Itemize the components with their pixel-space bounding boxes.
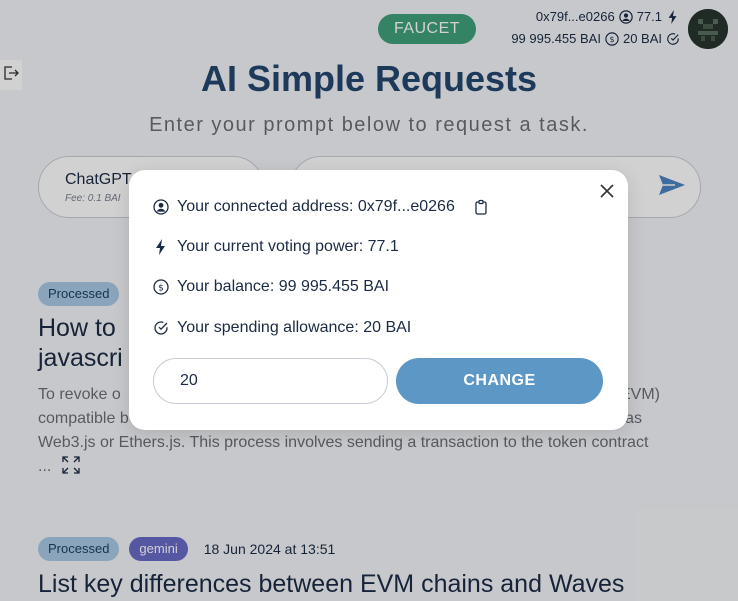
copy-icon[interactable] [473, 199, 489, 215]
voting-power-row: Your current voting power: 77.1 [153, 238, 399, 256]
svg-text:$: $ [158, 284, 164, 294]
coin-icon: $ [153, 279, 169, 295]
change-button[interactable]: CHANGE [396, 358, 603, 404]
allowance-row: Your spending allowance: 20 BAI [153, 319, 411, 337]
allowance-input[interactable] [153, 358, 388, 404]
bolt-icon [153, 239, 169, 255]
address-label: Your connected address: 0x79f...e0266 [177, 198, 455, 215]
close-icon [600, 183, 614, 203]
address-row: Your connected address: 0x79f...e0266 [153, 198, 489, 216]
user-circle-icon [153, 199, 169, 215]
balance-label: Your balance: 99 995.455 BAI [177, 278, 390, 295]
voting-power-label: Your current voting power: 77.1 [177, 238, 399, 255]
close-button[interactable] [598, 183, 616, 203]
check-circle-icon [153, 320, 169, 336]
allowance-label: Your spending allowance: 20 BAI [177, 319, 412, 336]
account-modal: Your connected address: 0x79f...e0266 Yo… [129, 170, 628, 430]
balance-row: $ Your balance: 99 995.455 BAI [153, 278, 389, 296]
